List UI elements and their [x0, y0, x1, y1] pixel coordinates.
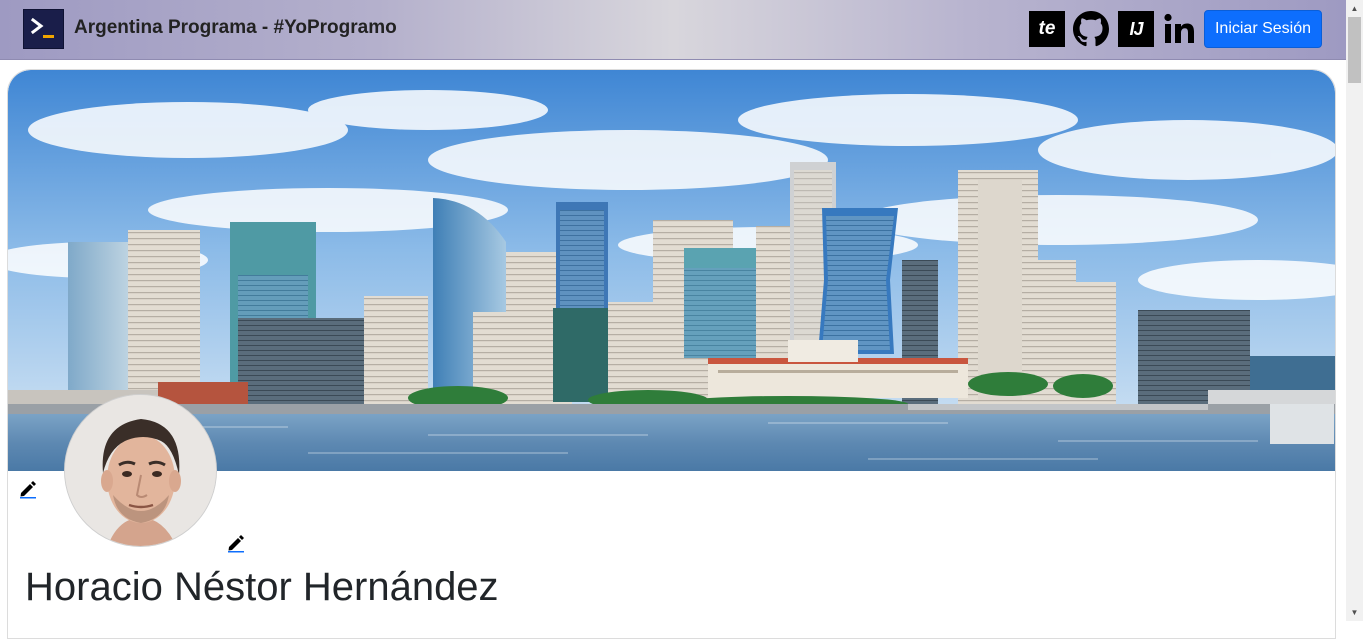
profile-name: Horacio Néstor Hernández	[25, 565, 499, 609]
edit-banner-pencil-icon[interactable]	[18, 479, 38, 499]
scrollbar-thumb[interactable]	[1348, 17, 1361, 83]
login-button[interactable]: Iniciar Sesión	[1204, 10, 1322, 48]
te-logo-label: te	[1038, 18, 1056, 39]
intellij-icon[interactable]: IJ	[1118, 11, 1154, 47]
intellij-label: IJ	[1129, 19, 1143, 39]
github-icon[interactable]	[1073, 11, 1109, 47]
app-title[interactable]: Argentina Programa - #YoProgramo	[74, 17, 397, 39]
profile-photo[interactable]	[64, 394, 217, 547]
edit-avatar-pencil-icon[interactable]	[226, 533, 246, 553]
scroll-down-arrow-icon[interactable]: ▼	[1346, 604, 1363, 621]
page-scrollbar[interactable]: ▲ ▼	[1346, 0, 1363, 621]
linkedin-icon[interactable]	[1163, 11, 1199, 47]
top-navbar: Argentina Programa - #YoProgramo te IJ I…	[0, 0, 1346, 60]
te-logo-icon[interactable]: te	[1029, 11, 1065, 47]
terminal-logo-icon[interactable]	[23, 9, 64, 49]
city-skyline-banner	[8, 70, 1335, 471]
scroll-up-arrow-icon[interactable]: ▲	[1346, 0, 1363, 17]
profile-card: Horacio Néstor Hernández	[7, 69, 1336, 639]
